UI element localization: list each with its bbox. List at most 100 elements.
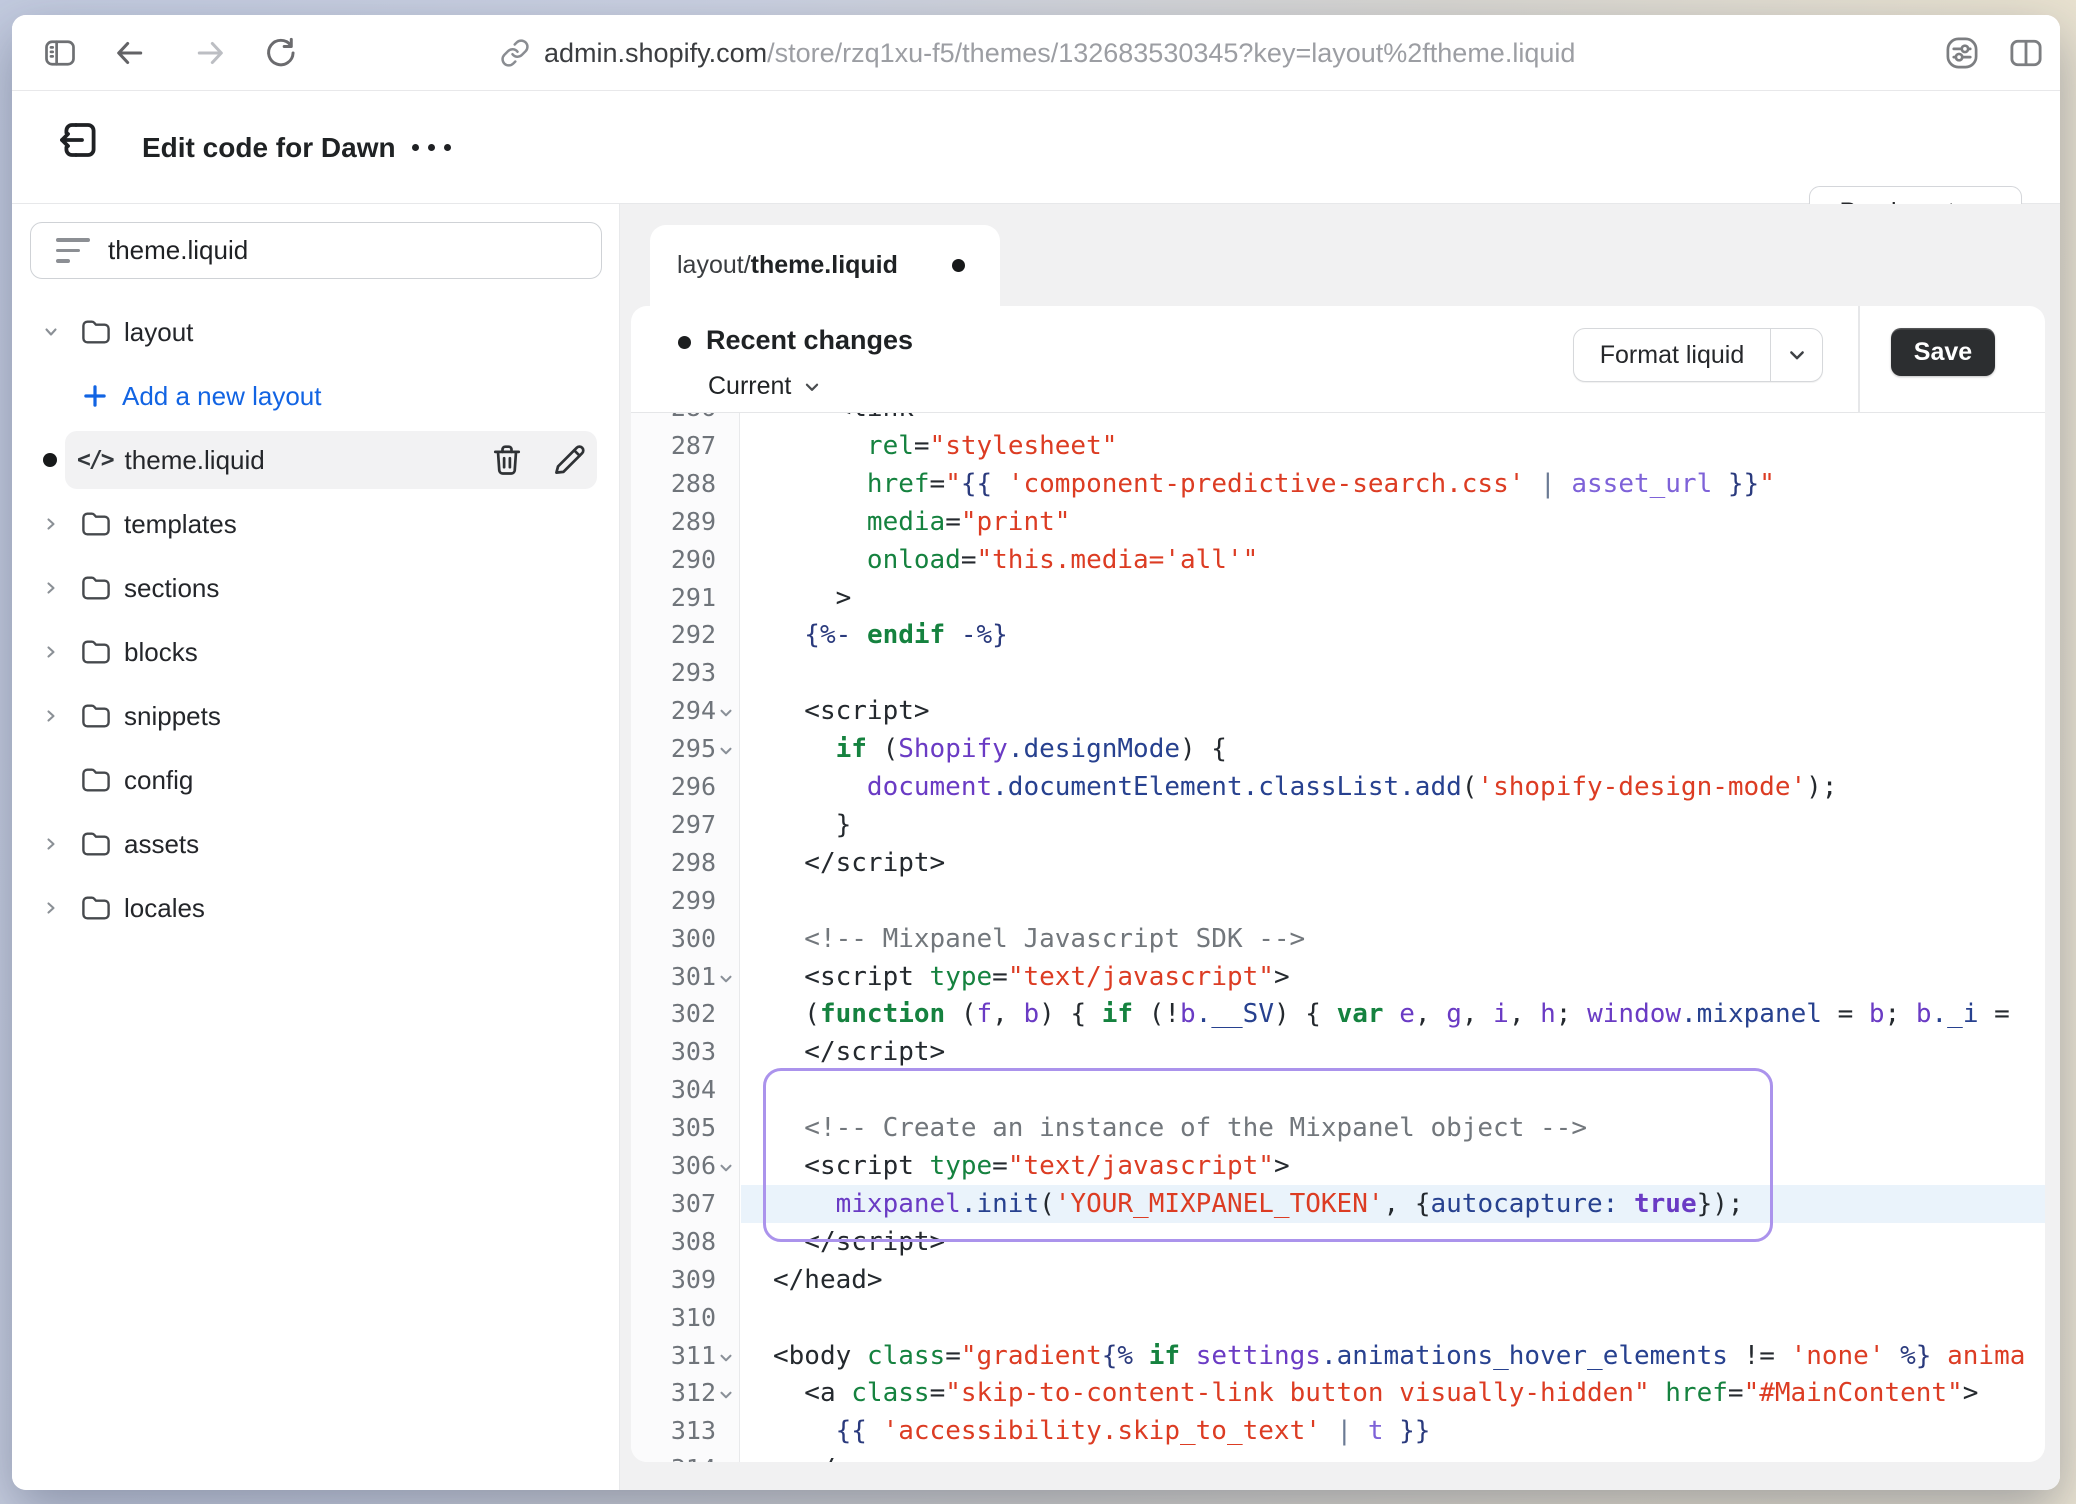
app-header: Edit code for Dawn Preview store [12,91,2060,204]
more-actions-icon[interactable] [412,91,451,204]
folder-icon [81,703,111,729]
line-number: 297 [631,806,740,844]
split-view-icon[interactable] [2006,33,2046,73]
code-line[interactable]: {%- endif -%} [740,616,2045,654]
file-label: theme.liquid [125,445,265,476]
code-line[interactable]: onload="this.media='all'" [740,541,2045,579]
sidebar-item-snippets[interactable]: snippets [12,684,619,748]
chevron-right-icon[interactable] [43,644,59,660]
code-line[interactable]: </script> [740,1223,2045,1261]
code-line[interactable]: </script> [740,844,2045,882]
chevron-right-icon[interactable] [43,516,59,532]
sidebar-item-locales[interactable]: locales [12,876,619,940]
line-number: 289 [631,503,740,541]
folder-icon [81,575,111,601]
line-number: 313 [631,1412,740,1450]
code-line[interactable]: <script> [740,692,2045,730]
code-line[interactable]: </head> [740,1261,2045,1299]
line-number: 291 [631,579,740,617]
back-icon[interactable] [110,33,150,73]
fold-chevron-icon[interactable] [717,742,737,760]
format-liquid-split-button: Format liquid [1573,328,1823,382]
code-editor[interactable]: 286 <link287 rel="stylesheet"288 href="{… [631,413,2045,1462]
unsaved-dot [952,259,965,272]
code-line[interactable]: > [740,579,2045,617]
folder-label: assets [124,829,199,860]
chevron-right-icon[interactable] [43,836,59,852]
add-new-layout-link[interactable]: Add a new layout [12,364,619,428]
folder-icon [81,319,111,345]
code-line[interactable]: href="{{ 'component-predictive-search.cs… [740,465,2045,503]
format-liquid-button[interactable]: Format liquid [1574,329,1770,381]
search-input[interactable] [108,235,548,266]
chevron-down-icon[interactable] [43,324,59,340]
editor-main: layout/theme.liquid Recent changes Curre… [620,204,2060,1490]
code-line[interactable]: (function (f, b) { if (!b.__SV) { var e,… [740,995,2045,1033]
code-line[interactable]: media="print" [740,503,2045,541]
code-line[interactable]: if (Shopify.designMode) { [740,730,2045,768]
desktop-background: admin.shopify.com/store/rzq1xu-f5/themes… [0,0,2076,1504]
folder-label: config [124,765,193,796]
fold-chevron-icon[interactable] [717,1386,737,1404]
sidebar-item-config[interactable]: config [12,748,619,812]
code-line[interactable]: document.documentElement.classList.add('… [740,768,2045,806]
code-line[interactable]: </script> [740,1033,2045,1071]
code-line[interactable]: <link [740,413,2045,427]
code-line[interactable]: rel="stylesheet" [740,427,2045,465]
file-tree: layoutAdd a new layout</>theme.liquidtem… [12,300,619,940]
sidebar-item-templates[interactable]: templates [12,492,619,556]
sidebar-item-sections[interactable]: sections [12,556,619,620]
forward-icon[interactable] [190,33,230,73]
fold-chevron-icon[interactable] [717,1349,737,1367]
selected-file-row[interactable]: </>theme.liquid [65,431,597,489]
delete-file-icon[interactable] [489,442,525,478]
chevron-right-icon[interactable] [43,580,59,596]
code-line[interactable]: <body class="gradient{% if settings.anim… [740,1337,2045,1375]
fold-chevron-icon[interactable] [717,1159,737,1177]
rename-file-icon[interactable] [551,442,587,478]
code-line[interactable]: <!-- Mixpanel Javascript SDK --> [740,920,2045,958]
chevron-right-icon[interactable] [43,900,59,916]
sidebar-item-blocks[interactable]: blocks [12,620,619,684]
code-line[interactable] [740,1071,2045,1109]
code-line[interactable]: <a class="skip-to-content-link button vi… [740,1374,2045,1412]
code-line[interactable]: <script type="text/javascript"> [740,1147,2045,1185]
exit-icon[interactable] [57,117,103,163]
line-number: 308 [631,1223,740,1261]
line-number: 290 [631,541,740,579]
modified-dot [43,453,57,467]
address-bar[interactable]: admin.shopify.com/store/rzq1xu-f5/themes… [500,15,1575,91]
format-options-button[interactable] [1770,329,1822,381]
chevron-right-icon[interactable] [43,708,59,724]
code-line[interactable]: <script type="text/javascript"> [740,958,2045,996]
folder-icon [81,511,111,537]
fold-chevron-icon[interactable] [717,704,737,722]
code-line[interactable] [740,654,2045,692]
browser-window: admin.shopify.com/store/rzq1xu-f5/themes… [12,15,2060,1490]
version-dropdown[interactable]: Current [708,372,821,401]
tab-theme-liquid[interactable]: layout/theme.liquid [650,225,1000,306]
fold-chevron-icon[interactable] [717,970,737,988]
line-number: 303 [631,1033,740,1071]
file-search[interactable] [30,222,602,279]
editor-toolbar: Recent changes Current Format liquid [631,306,2045,413]
browser-settings-icon[interactable] [1942,33,1982,73]
line-number: 307 [631,1185,740,1223]
code-line[interactable]: } [740,806,2045,844]
code-line[interactable] [740,1299,2045,1337]
sidebar-item-layout[interactable]: layout [12,300,619,364]
sidebar-toggle-icon[interactable] [40,33,80,73]
sidebar-item-assets[interactable]: assets [12,812,619,876]
tab-label: layout/theme.liquid [677,251,898,280]
line-number: 314 [631,1450,740,1462]
code-line[interactable] [740,882,2045,920]
sidebar-item-theme.liquid[interactable]: </>theme.liquid [12,428,619,492]
code-line[interactable]: mixpanel.init('YOUR_MIXPANEL_TOKEN', {au… [740,1185,2045,1223]
save-button[interactable]: Save [1891,328,1995,376]
url-path: /store/rzq1xu-f5/themes/132683530345?key… [767,38,1575,69]
code-line[interactable]: </a> [740,1450,2045,1462]
line-number: 309 [631,1261,740,1299]
code-line[interactable]: <!-- Create an instance of the Mixpanel … [740,1109,2045,1147]
reload-icon[interactable] [260,33,300,73]
code-line[interactable]: {{ 'accessibility.skip_to_text' | t }} [740,1412,2045,1450]
